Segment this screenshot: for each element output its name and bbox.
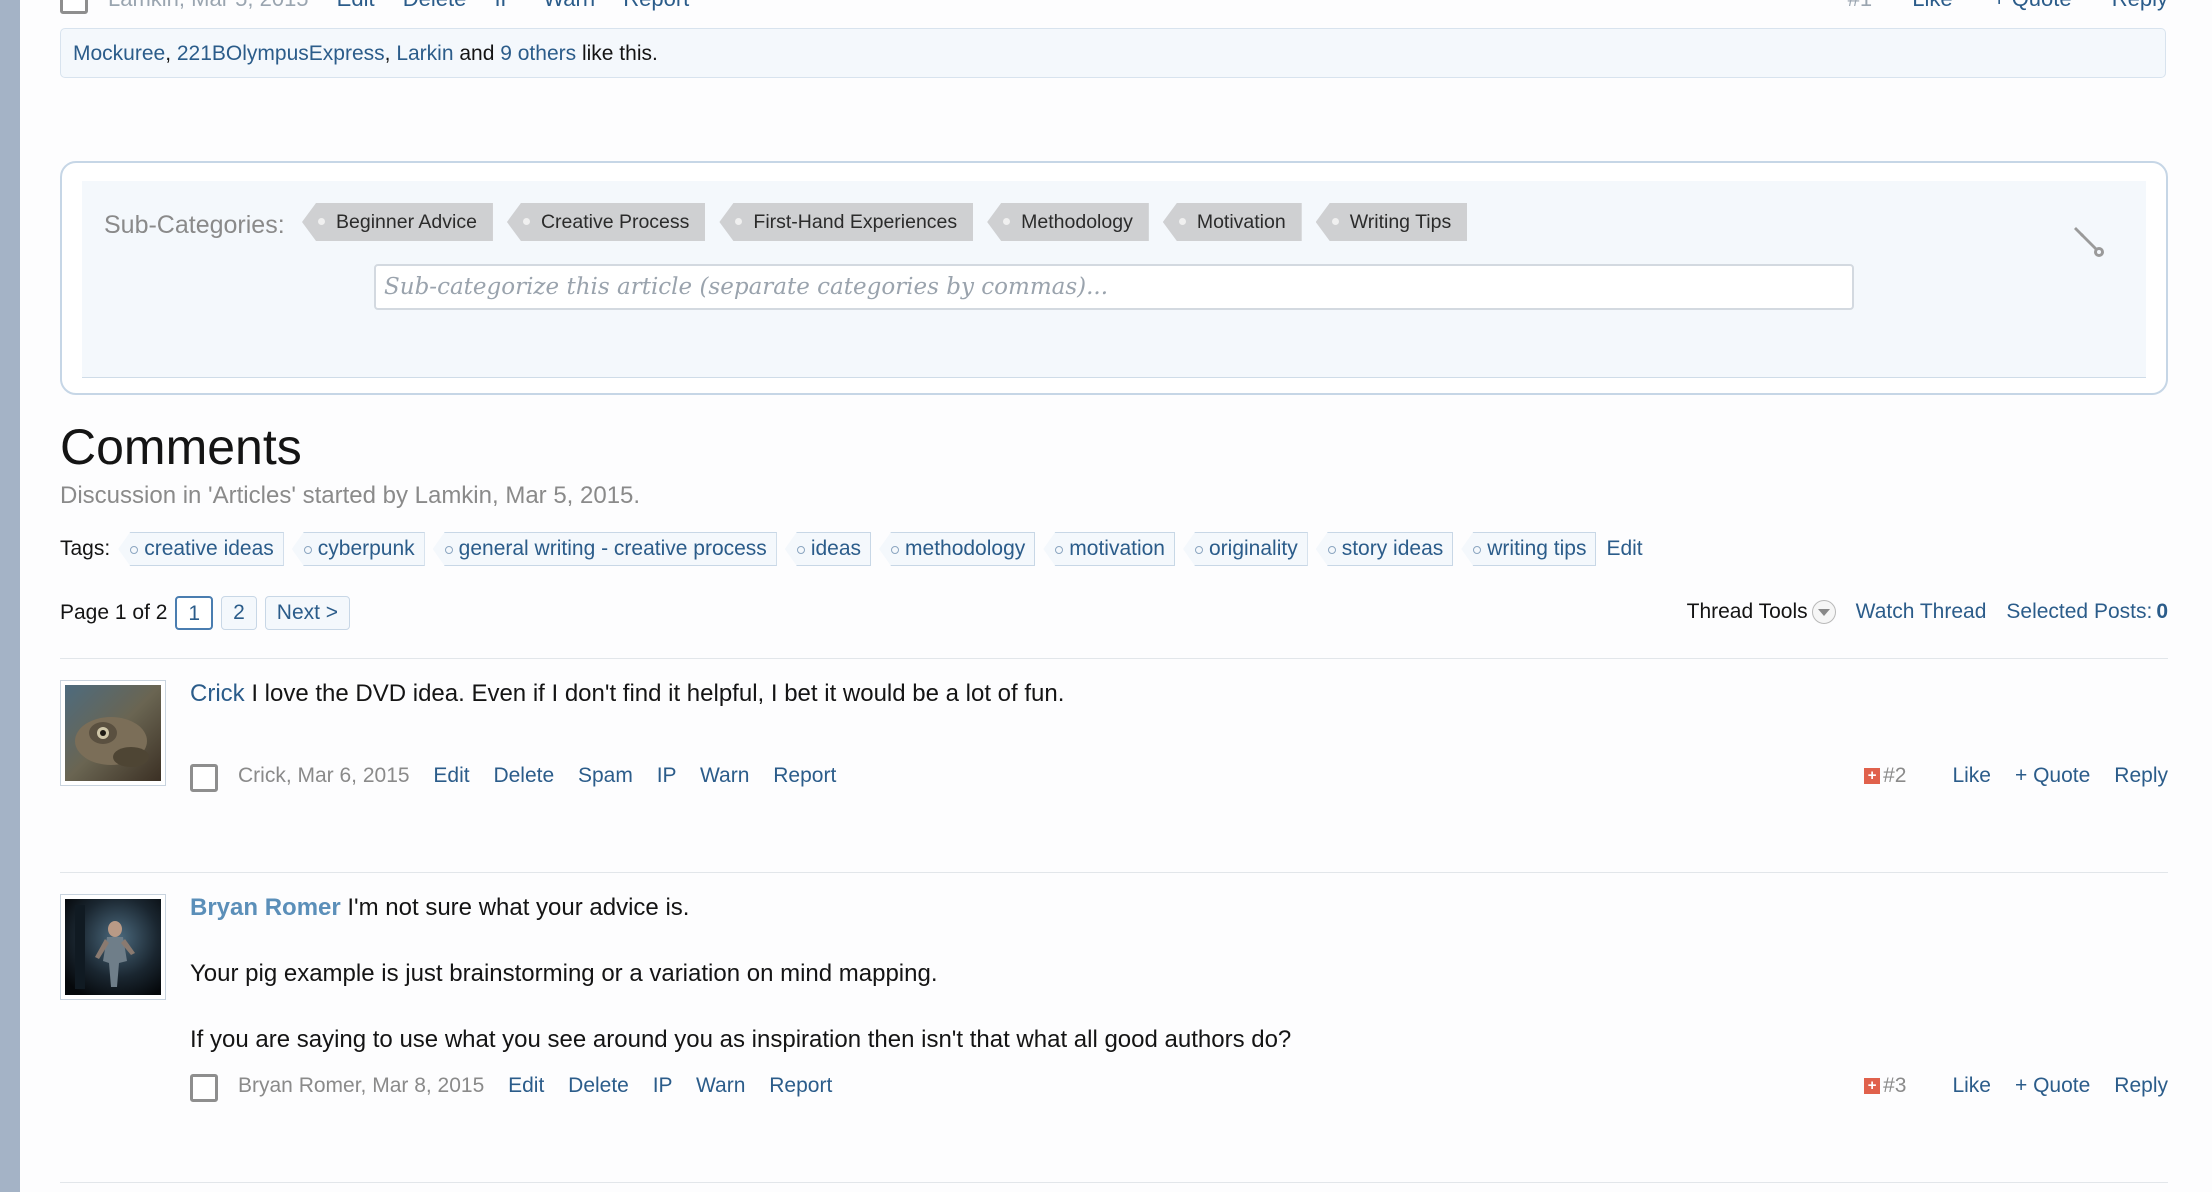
post-text: Your pig example is just brainstorming o… — [190, 960, 938, 987]
tag-chip[interactable]: motivation — [1043, 532, 1175, 566]
quote-link[interactable]: + Quote — [1993, 0, 2072, 11]
report-link[interactable]: Report — [623, 0, 689, 11]
reply-link[interactable]: Reply — [2114, 764, 2168, 788]
post-meta: Bryan Romer, Mar 8, 2015 — [238, 1074, 485, 1097]
chevron-down-icon[interactable] — [1811, 600, 1836, 624]
post-meta: Crick, Mar 6, 2015 — [238, 764, 410, 787]
liker-link[interactable]: Mockuree — [73, 42, 165, 65]
avatar[interactable] — [60, 894, 166, 1000]
post-footer: Crick, Mar 6, 2015 Edit Delete Spam IP W… — [190, 762, 2168, 792]
divider — [60, 872, 2168, 873]
subcategories-label: Sub-Categories: — [104, 211, 285, 239]
ip-link[interactable]: IP — [494, 0, 515, 11]
subcategory-chip[interactable]: Writing Tips — [1315, 203, 1468, 241]
subcategory-chip[interactable]: Methodology — [987, 203, 1149, 241]
discussion-info: Discussion in 'Articles' started by Lamk… — [60, 482, 641, 509]
like-link[interactable]: Like — [1952, 764, 1991, 788]
tag-chip[interactable]: story ideas — [1315, 532, 1454, 566]
edit-link[interactable]: Edit — [433, 764, 469, 787]
tag-chip[interactable]: originality — [1182, 532, 1308, 566]
post-number[interactable]: + #3 — [1864, 1074, 1906, 1098]
page-2-button[interactable]: 2 — [221, 596, 257, 630]
post-text: If you are saying to use what you see ar… — [190, 1026, 1292, 1053]
thread-tools-label[interactable]: Thread Tools — [1687, 600, 1808, 624]
tag-chip[interactable]: cyberpunk — [291, 532, 425, 566]
selected-posts-link[interactable]: Selected Posts: 0 — [2006, 600, 2168, 624]
select-post-checkbox[interactable] — [60, 0, 88, 14]
plus-icon: + — [1864, 768, 1881, 784]
report-link[interactable]: Report — [773, 764, 836, 787]
like-link[interactable]: Like — [1912, 0, 1952, 11]
ip-link[interactable]: IP — [657, 764, 676, 787]
tag-chip[interactable]: ideas — [784, 532, 872, 566]
subcategory-chip[interactable]: Creative Process — [506, 203, 706, 241]
divider — [60, 658, 2168, 659]
tags-label: Tags: — [60, 537, 111, 560]
post-author-link[interactable]: Bryan Romer — [190, 894, 341, 921]
post-number: #1 — [1848, 0, 1872, 11]
tag-chip[interactable]: writing tips — [1461, 532, 1597, 566]
ip-link[interactable]: IP — [653, 1074, 672, 1097]
plus-icon: + — [1864, 1078, 1881, 1094]
page-1-button[interactable]: 1 — [175, 596, 214, 630]
subcategory-chip[interactable]: Motivation — [1162, 203, 1302, 241]
delete-link[interactable]: Delete — [403, 0, 467, 11]
delete-link[interactable]: Delete — [568, 1074, 629, 1097]
thread-tools-bar: Thread Tools Watch Thread Selected Posts… — [1687, 600, 2168, 624]
subcategory-chip[interactable]: Beginner Advice — [302, 203, 493, 241]
likes-summary: Mockuree, 221BOlympusExpress, Larkin and… — [60, 28, 2166, 78]
previous-post-footer: Lamkin, Mar 5, 2015 Edit Delete IP Warn … — [60, 0, 2168, 14]
report-link[interactable]: Report — [769, 1074, 832, 1097]
post-text: I love the DVD idea. Even if I don't fin… — [251, 680, 1065, 707]
subcategorize-input[interactable]: Sub-categorize this article (separate ca… — [374, 264, 1854, 310]
warn-link[interactable]: Warn — [700, 764, 749, 787]
selected-posts-count: 0 — [2156, 600, 2168, 623]
page: Lamkin, Mar 5, 2015 Edit Delete IP Warn … — [60, 0, 2168, 1192]
spam-link[interactable]: Spam — [578, 764, 633, 787]
avatar[interactable] — [60, 680, 166, 786]
next-page-button[interactable]: Next > — [264, 596, 351, 630]
subcategory-list: Beginner Advice Creative Process First-H… — [302, 203, 1468, 241]
liker-link[interactable]: Larkin — [396, 42, 453, 65]
reply-link[interactable]: Reply — [2114, 1074, 2168, 1098]
select-post-checkbox[interactable] — [190, 1074, 218, 1102]
wrench-icon[interactable] — [2070, 223, 2106, 259]
watch-thread-link[interactable]: Watch Thread — [1856, 600, 1987, 624]
post-meta: Lamkin, Mar 5, 2015 — [108, 0, 309, 11]
tag-chip[interactable]: methodology — [879, 532, 1036, 566]
reply-link[interactable]: Reply — [2112, 0, 2168, 11]
post-footer: Bryan Romer, Mar 8, 2015 Edit Delete IP … — [190, 1072, 2168, 1102]
quote-link[interactable]: + Quote — [2015, 764, 2090, 788]
page-label: Page 1 of 2 — [60, 601, 168, 624]
warn-link[interactable]: Warn — [696, 1074, 745, 1097]
liker-link[interactable]: 221BOlympusExpress — [177, 42, 385, 65]
post-number[interactable]: + #2 — [1864, 764, 1906, 788]
quote-link[interactable]: + Quote — [2015, 1074, 2090, 1098]
post-text: I'm not sure what your advice is. — [347, 894, 690, 921]
likes-others-link[interactable]: 9 others — [500, 42, 576, 65]
edit-link[interactable]: Edit — [508, 1074, 544, 1097]
pagination: Page 1 of 2 1 2 Next > — [60, 596, 351, 630]
tag-chip[interactable]: general writing - creative process — [432, 532, 777, 566]
like-link[interactable]: Like — [1952, 1074, 1991, 1098]
avatar-image — [65, 685, 161, 781]
subcategory-chip[interactable]: First-Hand Experiences — [719, 203, 974, 241]
left-rail — [0, 0, 20, 1192]
tags-row: Tags: creative ideas cyberpunk general w… — [60, 532, 1643, 566]
warn-link[interactable]: Warn — [543, 0, 595, 11]
post-author-link[interactable]: Crick — [190, 680, 245, 707]
post-body: Bryan Romer I'm not sure what your advic… — [190, 894, 1291, 1054]
edit-tags-link[interactable]: Edit — [1606, 537, 1642, 561]
delete-link[interactable]: Delete — [493, 764, 554, 787]
edit-link[interactable]: Edit — [337, 0, 375, 11]
select-post-checkbox[interactable] — [190, 764, 218, 792]
comments-title: Comments — [60, 419, 302, 475]
post-body: Crick I love the DVD idea. Even if I don… — [190, 680, 1064, 708]
divider — [60, 1182, 2168, 1183]
avatar-image — [65, 899, 161, 995]
tag-chip[interactable]: creative ideas — [118, 532, 284, 566]
